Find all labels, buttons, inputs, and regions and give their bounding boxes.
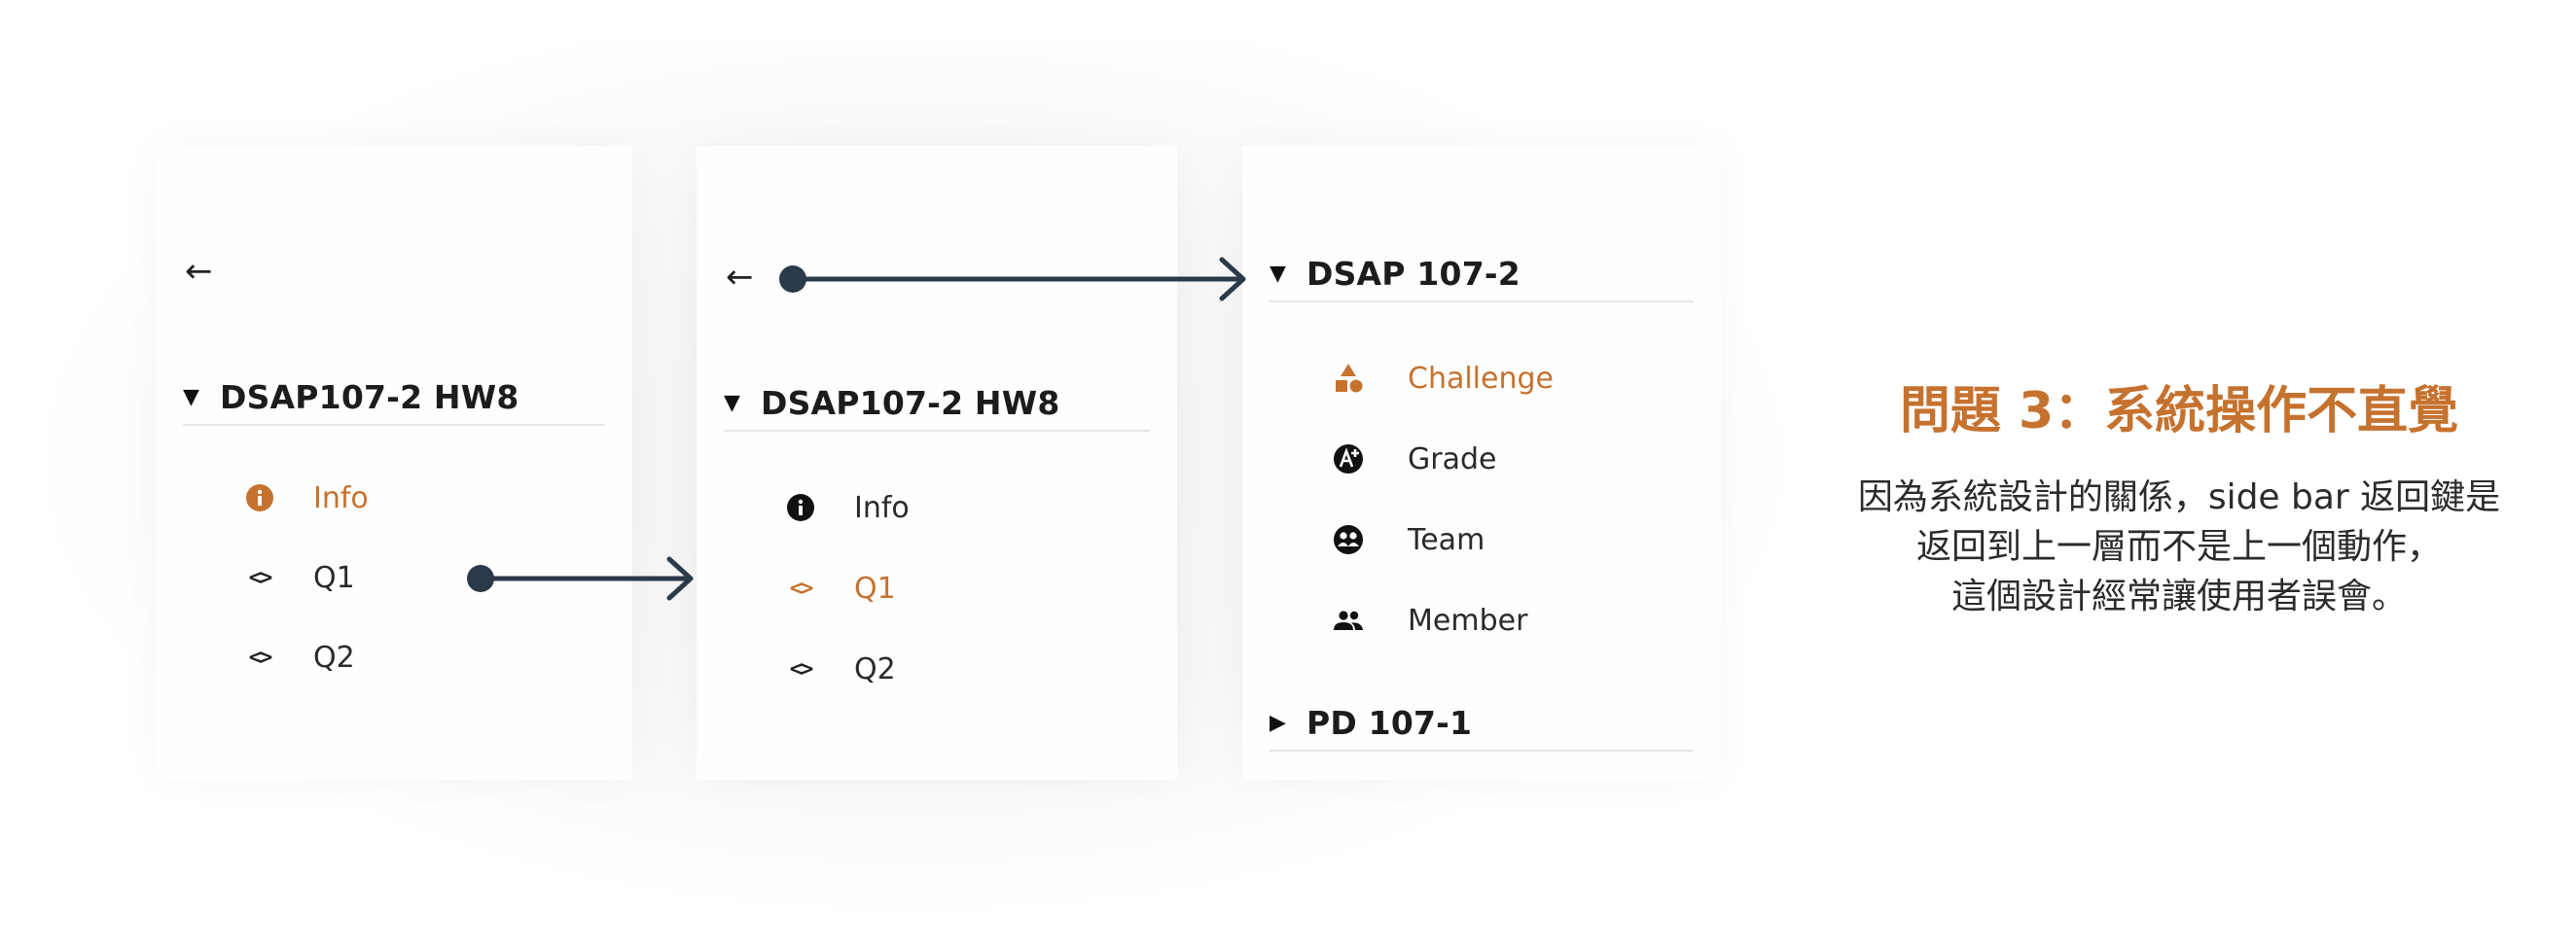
issue-line: 返回到上一層而不是上一個動作， bbox=[1915, 527, 2442, 567]
issue-title: 問題 3：系統操作不直覺 bbox=[1899, 382, 2459, 440]
connector-q1-to-panel2 bbox=[467, 556, 694, 601]
issue-line: 這個設計經常讓使用者誤會。 bbox=[1950, 577, 2407, 616]
issue-description: 因為系統設計的關係，side bar 返回鍵是 返回到上一層而不是上一個動作， … bbox=[1809, 473, 2549, 621]
issue-line: 因為系統設計的關係，side bar 返回鍵是 bbox=[1857, 477, 2501, 517]
connector-back-to-panel3 bbox=[779, 257, 1246, 301]
